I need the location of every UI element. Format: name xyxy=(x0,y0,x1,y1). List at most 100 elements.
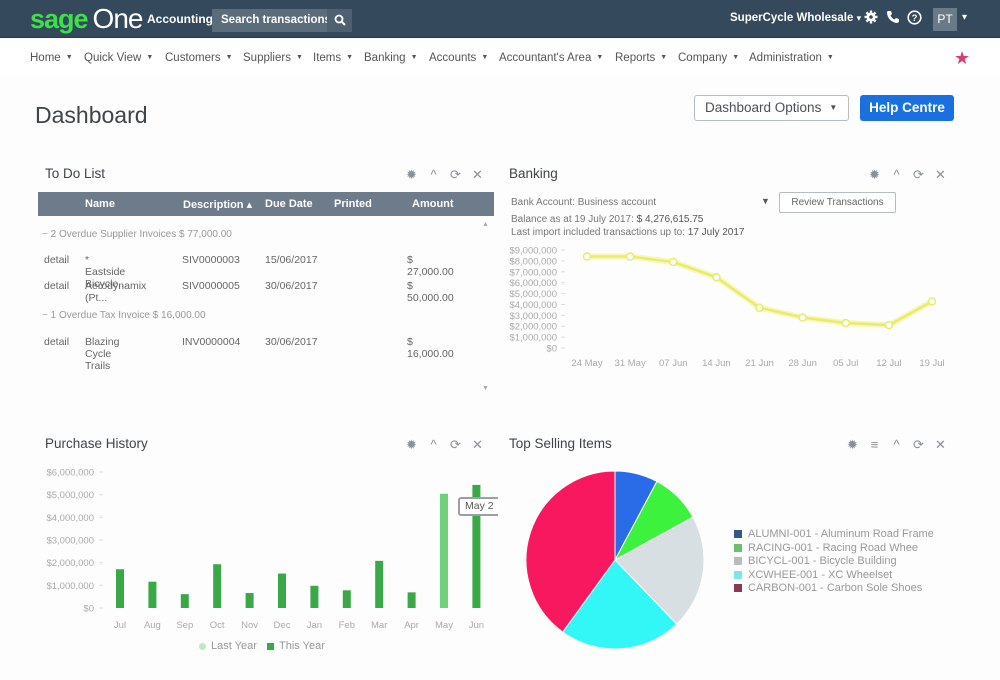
legend-swatch xyxy=(734,530,742,539)
collapse-icon[interactable]: ^ xyxy=(427,167,440,183)
review-transactions-button[interactable]: Review Transactions xyxy=(779,192,896,213)
close-icon[interactable]: ✕ xyxy=(934,437,947,453)
legend-label: XCWHEE-001 - XC Wheelset xyxy=(748,568,893,581)
company-selector[interactable]: SuperCycle Wholesale ▾ xyxy=(730,12,861,24)
refresh-icon[interactable]: ⟳ xyxy=(449,167,462,183)
help-centre-button[interactable]: Help Centre xyxy=(860,95,954,121)
bar-tooltip: May 2 xyxy=(458,497,498,516)
nav-company[interactable]: Company ▼ xyxy=(678,52,739,64)
chevron-down-icon[interactable]: ▾ xyxy=(962,12,967,23)
legend-item[interactable]: RACING-001 - Racing Road Whee xyxy=(734,542,918,554)
search-transactions-input[interactable]: Search transactions xyxy=(212,9,352,32)
detail-link[interactable]: detail xyxy=(44,336,69,348)
nav-customers[interactable]: Customers ▼ xyxy=(165,52,233,64)
gear-icon[interactable]: ✹ xyxy=(405,167,418,183)
purchase-widget-controls: ✹ ^ ⟳ ✕ xyxy=(405,437,484,453)
nav-suppliers[interactable]: Suppliers ▼ xyxy=(243,52,303,64)
todo-table-header: Name Description ▴ Due Date Printed Amou… xyxy=(38,192,494,216)
refresh-icon[interactable]: ⟳ xyxy=(912,437,925,453)
col-description[interactable]: Description ▴ xyxy=(183,198,252,211)
caret-down-icon: ▼ xyxy=(146,54,154,62)
search-placeholder: Search transactions xyxy=(221,14,331,26)
legend-swatch xyxy=(734,557,742,566)
gear-icon[interactable]: ✹ xyxy=(868,167,881,183)
gear-icon xyxy=(864,10,878,24)
x-tick-label: Nov xyxy=(241,620,258,631)
search-icon xyxy=(334,14,346,26)
x-tick-label: 07 Jun xyxy=(659,358,688,369)
collapse-icon[interactable]: ^ xyxy=(427,437,440,453)
y-tick-label: $6,000,000 xyxy=(46,468,94,479)
gear-icon[interactable]: ✹ xyxy=(846,437,859,453)
nav-reports[interactable]: Reports ▼ xyxy=(615,52,667,64)
nav-administration[interactable]: Administration ▼ xyxy=(749,52,834,64)
legend-swatch xyxy=(734,584,742,593)
x-tick-label: 31 May xyxy=(615,358,646,369)
nav-label: Suppliers xyxy=(243,52,291,64)
nav-label: Accountant's Area xyxy=(499,52,592,64)
collapse-icon[interactable]: ^ xyxy=(890,167,903,183)
nav-items[interactable]: Items ▼ xyxy=(313,52,353,64)
avatar[interactable]: PT xyxy=(933,8,957,31)
legend-item[interactable]: ALUMNI-001 - Aluminum Road Frame xyxy=(734,528,934,540)
x-tick-label: Mar xyxy=(371,620,387,631)
help-button[interactable]: ? xyxy=(907,10,922,28)
dashboard-options-button[interactable]: Dashboard Options ▼ xyxy=(694,95,849,121)
bar xyxy=(245,593,254,608)
todo-group-tax[interactable]: − 1 Overdue Tax Invoice $ 16,000.00 xyxy=(42,310,206,321)
bar xyxy=(310,585,319,608)
legend-item[interactable]: XCWHEE-001 - XC Wheelset xyxy=(734,569,892,581)
refresh-icon[interactable]: ⟳ xyxy=(449,437,462,453)
detail-link[interactable]: detail xyxy=(44,254,69,266)
col-name[interactable]: Name xyxy=(85,198,115,210)
scroll-down-arrow[interactable]: ▼ xyxy=(482,385,489,392)
data-point xyxy=(712,272,721,282)
menu-icon[interactable]: ≡ xyxy=(868,437,881,453)
y-tick-label: $5,000,000 xyxy=(46,490,94,501)
data-point xyxy=(798,313,807,322)
search-button[interactable] xyxy=(327,9,352,32)
gear-icon[interactable]: ✹ xyxy=(405,437,418,453)
nav-banking[interactable]: Banking ▼ xyxy=(364,52,418,64)
legend-last-year[interactable]: Last Year xyxy=(199,640,257,652)
sage-one-logo[interactable]: sage One xyxy=(30,3,143,35)
close-icon[interactable]: ✕ xyxy=(934,167,947,183)
legend-item[interactable]: CARBON-001 - Carbon Sole Shoes xyxy=(734,582,922,594)
nav-label: Home xyxy=(30,52,61,64)
legend-swatch xyxy=(734,570,742,579)
col-printed[interactable]: Printed xyxy=(334,198,372,210)
collapse-icon[interactable]: ^ xyxy=(890,437,903,453)
y-tick-label: $2,000,000 xyxy=(46,558,94,569)
phone-icon xyxy=(887,11,899,23)
todo-group-supplier[interactable]: − 2 Overdue Supplier Invoices $ 77,000.0… xyxy=(42,229,232,240)
legend-item[interactable]: BICYCL-001 - Bicycle Building xyxy=(734,555,897,567)
bank-account-select[interactable]: Bank Account: Business account xyxy=(511,197,656,208)
nav-home[interactable]: Home ▼ xyxy=(30,52,73,64)
legend-this-year[interactable]: This Year xyxy=(267,640,325,652)
y-tick-label: $7,000,000 xyxy=(509,267,557,278)
settings-button[interactable] xyxy=(864,10,878,27)
caret-down-icon: ▼ xyxy=(346,54,354,62)
series-line-glow xyxy=(587,253,934,329)
nav-quick-view[interactable]: Quick View ▼ xyxy=(84,52,153,64)
col-amount[interactable]: Amount xyxy=(412,198,454,210)
favourite-star-icon[interactable]: ★ xyxy=(954,48,970,69)
refresh-icon[interactable]: ⟳ xyxy=(912,167,925,183)
nav-accounts[interactable]: Accounts ▼ xyxy=(429,52,488,64)
caret-down-icon: ▼ xyxy=(660,54,668,62)
nav-label: Administration xyxy=(749,52,822,64)
legend-swatch xyxy=(267,642,274,650)
nav-accountants-area[interactable]: Accountant's Area ▼ xyxy=(499,52,603,64)
logo-accounting: Accounting xyxy=(147,12,213,26)
detail-link[interactable]: detail xyxy=(44,280,69,292)
phone-button[interactable] xyxy=(886,10,900,27)
series-line xyxy=(587,255,933,327)
close-icon[interactable]: ✕ xyxy=(471,167,484,183)
nav-label: Accounts xyxy=(429,52,477,64)
col-due-date[interactable]: Due Date xyxy=(265,198,313,210)
caret-down-icon[interactable]: ▼ xyxy=(761,196,770,206)
legend-label: ALUMNI-001 - Aluminum Road Frame xyxy=(748,528,934,540)
x-tick-label: Jan xyxy=(307,620,322,631)
scroll-up-arrow[interactable]: ▲ xyxy=(482,221,489,228)
close-icon[interactable]: ✕ xyxy=(471,437,484,453)
